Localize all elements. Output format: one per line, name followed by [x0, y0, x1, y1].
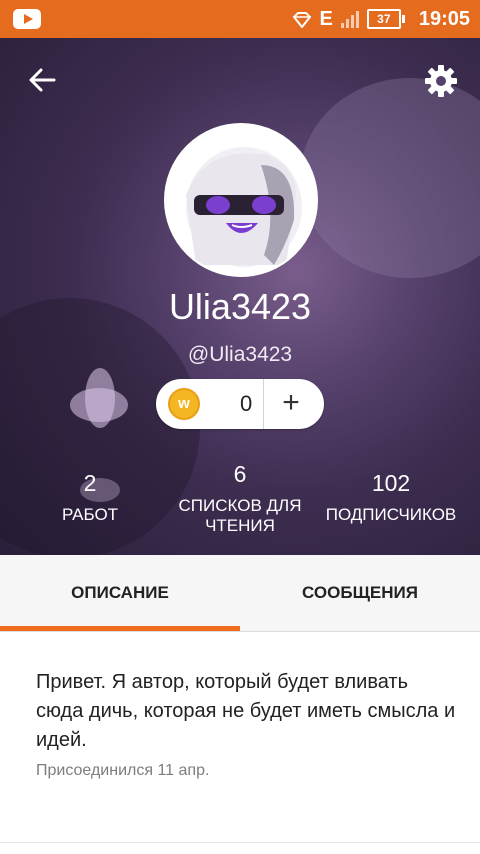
avatar[interactable] — [164, 123, 318, 277]
network-type: E — [319, 7, 333, 30]
tab-description-label: ОПИСАНИЕ — [71, 583, 169, 602]
battery-level: 37 — [377, 12, 391, 26]
flower-decor — [85, 368, 115, 428]
signal-icon — [340, 10, 359, 28]
stat-reading-lists-label: СПИСКОВ ДЛЯ ЧТЕНИЯ — [178, 496, 302, 535]
wattpad-coin-icon: w — [168, 388, 200, 420]
settings-gear-icon[interactable] — [422, 62, 460, 100]
profile-tabs: ОПИСАНИЕ СООБЩЕНИЯ — [0, 555, 480, 632]
profile-header: Ulia3423 @Ulia3423 w 0 + 2 РАБОТ 6 СПИСК… — [0, 38, 480, 555]
user-handle: @Ulia3423 — [187, 343, 293, 366]
stat-reading-lists[interactable]: 6 СПИСКОВ ДЛЯ ЧТЕНИЯ — [170, 461, 310, 536]
background-art — [300, 78, 480, 278]
status-bar: E 37 19:05 — [0, 0, 480, 38]
status-icons: E 37 19:05 — [292, 0, 470, 38]
youtube-icon — [13, 9, 41, 29]
clock: 19:05 — [418, 7, 470, 30]
display-name: Ulia3423 — [168, 286, 312, 327]
avatar-image — [166, 125, 316, 275]
coin-balance: w 0 + — [156, 379, 324, 429]
tab-description[interactable]: ОПИСАНИЕ — [0, 555, 240, 631]
add-coins-button[interactable]: + — [274, 387, 308, 421]
coin-count: 0 — [240, 391, 253, 416]
stat-followers[interactable]: 102 ПОДПИСЧИКОВ — [318, 470, 464, 525]
about-text: Привет. Я автор, который будет вливать с… — [36, 671, 456, 751]
stat-reading-lists-value: 6 — [233, 461, 247, 487]
joined-date: Присоединился 11 апр. — [36, 762, 210, 779]
stat-works-value: 2 — [83, 470, 97, 496]
divider — [0, 842, 480, 843]
stat-followers-label: ПОДПИСЧИКОВ — [325, 505, 457, 524]
tab-messages-label: СООБЩЕНИЯ — [302, 583, 418, 602]
stat-followers-value: 102 — [371, 470, 411, 496]
back-arrow-icon[interactable] — [24, 62, 60, 98]
tab-messages[interactable]: СООБЩЕНИЯ — [240, 555, 480, 631]
divider — [263, 379, 264, 429]
stat-works[interactable]: 2 РАБОТ — [40, 470, 140, 525]
battery-icon: 37 — [366, 9, 405, 29]
stat-works-label: РАБОТ — [61, 505, 119, 524]
wifi-diamond-icon — [292, 12, 312, 29]
